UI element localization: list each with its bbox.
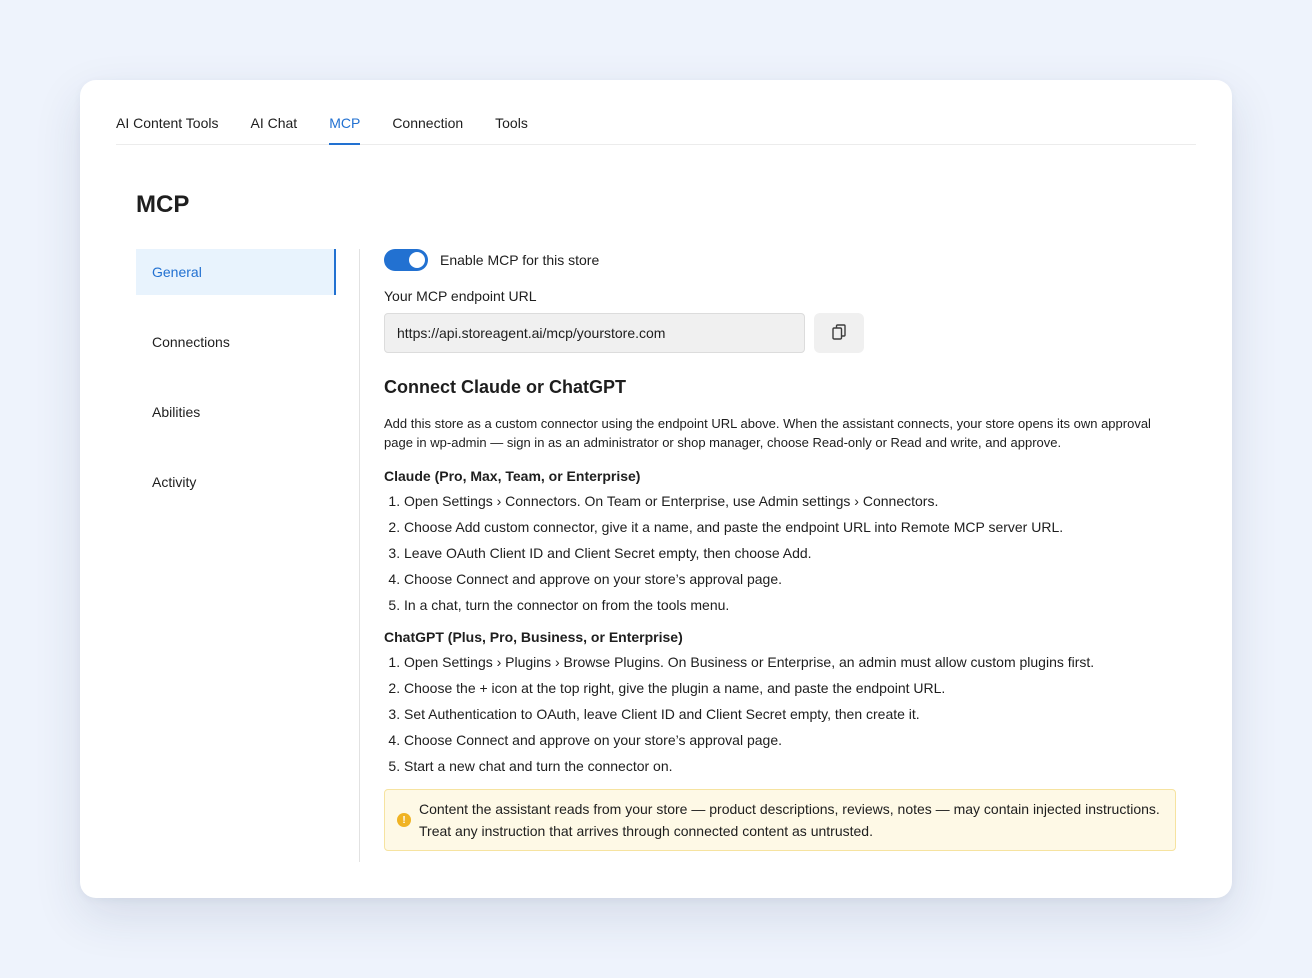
sidebar-item-connections[interactable]: Connections	[136, 319, 336, 365]
copy-url-button[interactable]	[814, 313, 864, 353]
connect-section-title: Connect Claude or ChatGPT	[384, 377, 627, 397]
chatgpt-steps-list: Open Settings › Plugins › Browse Plugins…	[384, 649, 1176, 779]
tab-mcp[interactable]: MCP	[329, 80, 361, 145]
top-tabs: AI Content Tools AI Chat MCP Connection …	[116, 80, 1196, 145]
tab-connection[interactable]: Connection	[392, 80, 463, 144]
claude-instructions-title: Claude (Pro, Max, Team, or Enterprise)	[384, 468, 641, 484]
section-divider	[359, 249, 360, 862]
warning-icon: !	[397, 813, 411, 827]
list-item: Leave OAuth Client ID and Client Secret …	[404, 540, 1176, 566]
warning-text: Content the assistant reads from your st…	[419, 801, 1160, 839]
list-item: Open Settings › Connectors. On Team or E…	[404, 488, 1176, 514]
claude-steps-list: Open Settings › Connectors. On Team or E…	[384, 488, 1176, 618]
endpoint-url-label: Your MCP endpoint URL	[384, 288, 537, 304]
list-item: Start a new chat and turn the connector …	[404, 753, 1176, 779]
toggle-knob	[409, 252, 425, 268]
tab-ai-chat[interactable]: AI Chat	[250, 80, 297, 144]
endpoint-url-field[interactable]	[384, 313, 805, 353]
list-item: Set Authentication to OAuth, leave Clien…	[404, 701, 1176, 727]
list-item: Choose the + icon at the top right, give…	[404, 675, 1176, 701]
copy-icon	[832, 323, 846, 343]
list-item: Choose Connect and approve on your store…	[404, 727, 1176, 753]
sidebar-item-abilities[interactable]: Abilities	[136, 389, 336, 435]
tab-tools[interactable]: Tools	[495, 80, 528, 144]
tab-ai-content-tools[interactable]: AI Content Tools	[116, 80, 218, 144]
list-item: In a chat, turn the connector on from th…	[404, 592, 1176, 618]
enable-mcp-row: Enable MCP for this store	[384, 249, 1176, 271]
general-panel: Enable MCP for this store Your MCP endpo…	[384, 249, 1176, 851]
list-item: Choose Connect and approve on your store…	[404, 566, 1176, 592]
security-warning-notice: ! Content the assistant reads from your …	[384, 789, 1176, 851]
chatgpt-instructions-title: ChatGPT (Plus, Pro, Business, or Enterpr…	[384, 629, 683, 645]
endpoint-url-row	[384, 313, 1176, 353]
page-title: MCP	[136, 191, 190, 218]
connect-intro-text: Add this store as a custom connector usi…	[384, 416, 1151, 450]
sidebar-item-activity[interactable]: Activity	[136, 459, 336, 505]
enable-mcp-label: Enable MCP for this store	[440, 252, 600, 268]
sidebar-nav: General Connections Abilities Activity	[136, 249, 336, 529]
settings-card: AI Content Tools AI Chat MCP Connection …	[80, 80, 1232, 898]
list-item: Open Settings › Plugins › Browse Plugins…	[404, 649, 1176, 675]
enable-mcp-toggle[interactable]	[384, 249, 428, 271]
list-item: Choose Add custom connector, give it a n…	[404, 514, 1176, 540]
sidebar-item-general[interactable]: General	[136, 249, 336, 295]
